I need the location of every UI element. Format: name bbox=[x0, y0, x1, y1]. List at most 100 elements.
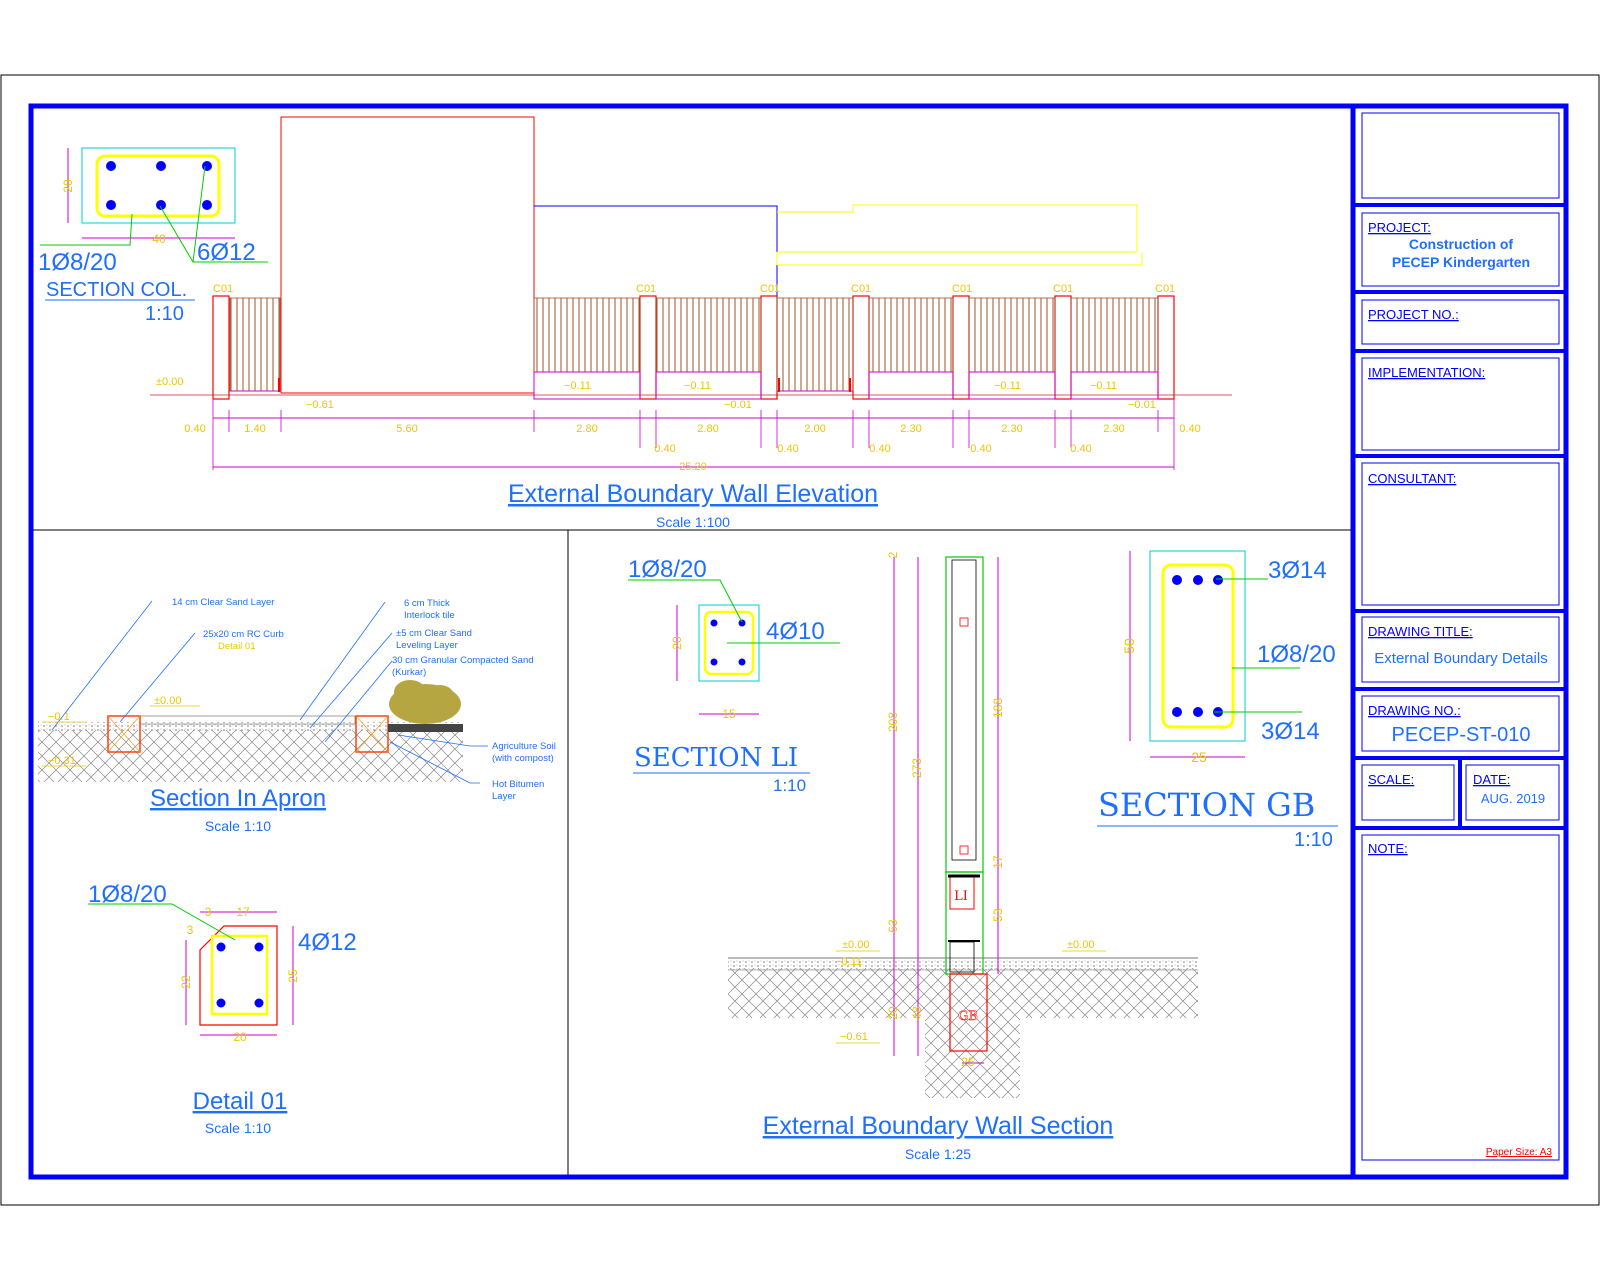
apron-note-7: Hot Bitumen bbox=[492, 779, 544, 790]
apron-scale: Scale 1:10 bbox=[205, 818, 271, 834]
dim-c-0: 0.40 bbox=[654, 443, 675, 455]
elev-level-m001-a: −0.01 bbox=[724, 399, 752, 411]
li-width: 15 bbox=[722, 707, 736, 721]
project-no-label: PROJECT NO.: bbox=[1368, 307, 1459, 322]
dim-c-4: 0.40 bbox=[1070, 443, 1091, 455]
elev-level-m011-a: −0.11 bbox=[564, 380, 591, 392]
dim-b-8: 2.30 bbox=[1103, 423, 1124, 435]
consultant-label: CONSULTANT: bbox=[1368, 471, 1456, 486]
col-bars: 6Ø12 bbox=[197, 239, 256, 266]
dim-b-7: 2.30 bbox=[1001, 423, 1022, 435]
section-gb-drawing bbox=[1097, 550, 1338, 827]
implementation-label: IMPLEMENTATION: bbox=[1368, 365, 1485, 380]
ws-dim-48: 48 bbox=[910, 1006, 924, 1020]
d01-inner-height: 22 bbox=[179, 975, 193, 989]
ws-dim-top: 2 bbox=[886, 551, 900, 558]
col-tag-6: C01 bbox=[1053, 283, 1073, 295]
gb-bottom-bars: 3Ø14 bbox=[1261, 718, 1320, 745]
dim-b-4: 2.80 bbox=[697, 423, 718, 435]
col-tag-5: C01 bbox=[952, 283, 972, 295]
col-tag-1: C01 bbox=[213, 283, 233, 295]
ws-dim-273: 273 bbox=[910, 758, 924, 778]
detail01-scale: Scale 1:10 bbox=[205, 1120, 271, 1136]
apron-level-m031: −0.31 bbox=[48, 755, 76, 767]
ws-dim-188: 188 bbox=[991, 698, 1005, 718]
section-li-title: SECTION LI bbox=[634, 743, 798, 773]
drawing-sheet: PROJECT: PROJECT NO.: IMPLEMENTATION: CO… bbox=[0, 74, 1600, 1206]
section-col-scale: 1:10 bbox=[145, 303, 184, 325]
d01-stirrup: 1Ø8/20 bbox=[88, 881, 167, 908]
ws-gb-tag: GB bbox=[958, 1009, 978, 1024]
project-name-line1: Construction of bbox=[1409, 236, 1514, 252]
date-value: AUG. 2019 bbox=[1481, 791, 1545, 806]
gb-stirrup: 1Ø8/20 bbox=[1257, 641, 1336, 668]
dim-c-1: 0.40 bbox=[777, 443, 798, 455]
dim-c-3: 0.40 bbox=[970, 443, 991, 455]
paper-size: Paper Size: A3 bbox=[1486, 1147, 1553, 1158]
apron-level-m01: −0.1 bbox=[48, 711, 70, 723]
date-label: DATE: bbox=[1473, 772, 1510, 787]
ws-dim-63: 63 bbox=[886, 919, 900, 933]
elevation-title: External Boundary Wall Elevation bbox=[508, 480, 878, 508]
elev-level-m011-b: −0.11 bbox=[684, 380, 711, 392]
ws-level-m011: −0.11 bbox=[835, 956, 862, 968]
detail01-title: Detail 01 bbox=[193, 1088, 288, 1115]
li-depth: 20 bbox=[670, 636, 684, 650]
col-width: 40 bbox=[152, 232, 166, 246]
elev-level-m011-d: −0.11 bbox=[1090, 380, 1117, 392]
wall-section-scale: Scale 1:25 bbox=[905, 1146, 971, 1162]
scale-label: SCALE: bbox=[1368, 772, 1414, 787]
drawing-no-label: DRAWING NO.: bbox=[1368, 703, 1461, 718]
elevation-scale: Scale 1:100 bbox=[656, 514, 730, 530]
elev-level-m001-b: −0.01 bbox=[1128, 399, 1156, 411]
apron-note-5b: (Kurkar) bbox=[392, 667, 426, 678]
apron-note-6b: (with compost) bbox=[492, 753, 554, 764]
ws-level-zero-r: ±0.00 bbox=[1067, 939, 1094, 951]
section-gb-scale: 1:10 bbox=[1294, 829, 1333, 851]
dim-b-9: 0.40 bbox=[1179, 423, 1200, 435]
d01-height: 25 bbox=[286, 969, 300, 983]
dim-b-2: 5.60 bbox=[396, 423, 417, 435]
d01-top-dim: 17 bbox=[236, 905, 250, 919]
col-tag-2: C01 bbox=[636, 283, 656, 295]
dim-b-5: 2.00 bbox=[804, 423, 825, 435]
ws-level-zero-l: ±0.00 bbox=[842, 939, 869, 951]
elev-level-m011-c: −0.11 bbox=[994, 380, 1021, 392]
ws-dim-25: 25 bbox=[961, 1055, 975, 1069]
apron-title: Section In Apron bbox=[150, 785, 326, 812]
project-label: PROJECT: bbox=[1368, 220, 1431, 235]
apron-note-2: 25x20 cm RC Curb bbox=[203, 629, 284, 640]
apron-note-3: 6 cm Thick bbox=[404, 598, 450, 609]
apron-note-2b: Detail 01 bbox=[218, 641, 256, 652]
drawing-title: External Boundary Details bbox=[1374, 650, 1547, 667]
dim-c-2: 0.40 bbox=[869, 443, 890, 455]
project-name-line2: PECEP Kindergarten bbox=[1392, 254, 1530, 270]
col-stirrup: 1Ø8/20 bbox=[38, 249, 117, 276]
section-col-title: SECTION COL. bbox=[46, 279, 187, 301]
section-li-scale: 1:10 bbox=[773, 776, 806, 795]
apron-note-4: ±5 cm Clear Sand bbox=[396, 628, 472, 639]
ws-dim-17: 17 bbox=[991, 855, 1005, 869]
d01-bars: 4Ø12 bbox=[298, 929, 357, 956]
apron-note-3b: Interlock tile bbox=[404, 610, 455, 621]
col-tag-3: C01 bbox=[760, 283, 780, 295]
li-stirrup: 1Ø8/20 bbox=[628, 556, 707, 583]
gb-depth: 50 bbox=[1121, 638, 1137, 654]
elev-level-zero: ±0.00 bbox=[156, 376, 183, 388]
drawing-title-label: DRAWING TITLE: bbox=[1368, 624, 1473, 639]
wall-section-title: External Boundary Wall Section bbox=[763, 1112, 1114, 1140]
apron-level-zero: ±0.00 bbox=[154, 695, 181, 707]
dim-b-6: 2.30 bbox=[900, 423, 921, 435]
ws-dim-208: 208 bbox=[886, 712, 900, 732]
dim-b-0: 0.40 bbox=[184, 423, 205, 435]
dim-b-1: 1.40 bbox=[244, 423, 265, 435]
apron-note-5: 30 cm Granular Compacted Sand bbox=[392, 655, 534, 666]
d01-small-dim: 3 bbox=[205, 905, 212, 919]
section-gb-title: SECTION GB bbox=[1098, 786, 1315, 824]
apron-note-4b: Leveling Layer bbox=[396, 640, 458, 651]
dim-b-3: 2.80 bbox=[576, 423, 597, 435]
li-bars: 4Ø10 bbox=[766, 618, 825, 645]
elev-level-m061: −0.61 bbox=[306, 399, 334, 411]
col-depth: 20 bbox=[61, 179, 75, 193]
note-label: NOTE: bbox=[1368, 841, 1408, 856]
